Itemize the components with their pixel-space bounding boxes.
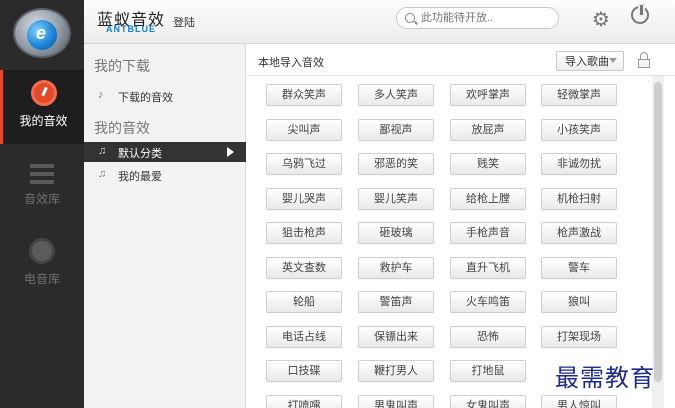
page-title: 本地导入音效: [258, 56, 324, 69]
sound-effect-button[interactable]: 婴儿哭声: [266, 188, 342, 210]
login-link[interactable]: 登陆: [173, 14, 195, 30]
import-songs-button[interactable]: 导入歌曲: [556, 51, 624, 71]
rail-item-my-effects[interactable]: 我的音效: [0, 70, 84, 144]
gear-icon[interactable]: ⚙: [592, 7, 610, 32]
sound-effect-button[interactable]: 婴儿笑声: [358, 188, 434, 210]
nav-panel: 我的下载 ♪ 下载的音效 我的音效 ♫ 默认分类 ♫ 我的最爱: [84, 44, 246, 408]
sound-effect-button[interactable]: 打喷嚏: [266, 395, 342, 408]
app-subtitle: ANTBLUE: [106, 24, 156, 34]
lock-icon[interactable]: [638, 52, 650, 68]
left-rail: e 我的音效 音效库 电音库: [0, 0, 84, 408]
sound-effect-button[interactable]: 轻微掌声: [541, 84, 617, 106]
search-input[interactable]: [421, 10, 551, 26]
sound-effect-button[interactable]: 打地鼠: [450, 360, 526, 382]
sound-effect-button[interactable]: 鄙视声: [358, 119, 434, 141]
search-box[interactable]: [396, 7, 559, 29]
play-arrow-icon: [227, 147, 234, 157]
chevron-down-icon: [609, 58, 617, 63]
sound-effect-button[interactable]: 轮船: [266, 291, 342, 313]
search-icon: [405, 13, 415, 23]
nav-item-label: 我的最爱: [118, 171, 162, 183]
app-logo: e: [13, 8, 71, 58]
sound-effect-button[interactable]: 警车: [541, 257, 617, 279]
rail-item-effects-library[interactable]: 音效库: [0, 152, 84, 226]
power-icon[interactable]: [631, 3, 649, 24]
sound-effect-button[interactable]: 狙击枪声: [266, 222, 342, 244]
rail-item-label: 电音库: [23, 272, 60, 286]
scrollbar-thumb[interactable]: [654, 82, 662, 382]
sound-effect-button[interactable]: 小孩笑声: [541, 119, 617, 141]
sound-effect-button[interactable]: 群众笑声: [266, 84, 342, 106]
sound-effect-button[interactable]: 放屁声: [450, 119, 526, 141]
sound-effect-button[interactable]: 乌鸦飞过: [266, 153, 342, 175]
sound-effect-button[interactable]: 非诚勿扰: [541, 153, 617, 175]
list-icon: [30, 164, 54, 184]
sound-effect-button[interactable]: 男鬼叫声: [358, 395, 434, 408]
music-note-icon: ♫: [98, 168, 107, 180]
sound-effect-button[interactable]: 多人笑声: [358, 84, 434, 106]
sound-effect-button[interactable]: 口技碟: [266, 360, 342, 382]
rail-item-label: 我的音效: [19, 114, 68, 128]
top-header: 蓝蚁音效 ANTBLUE 登陆 ⚙: [84, 0, 675, 44]
nav-item-downloaded[interactable]: ♪ 下载的音效: [84, 86, 246, 106]
logo-icon: e: [27, 20, 57, 50]
sound-effect-button[interactable]: 恐怖: [450, 326, 526, 348]
nav-item-default-category[interactable]: ♫ 默认分类: [84, 142, 246, 162]
sound-effect-button[interactable]: 手枪声音: [450, 222, 526, 244]
section-my-downloads: 我的下载: [94, 58, 150, 74]
section-my-effects: 我的音效: [94, 120, 150, 136]
nav-item-label: 下载的音效: [118, 92, 173, 104]
import-label: 导入歌曲: [565, 56, 609, 68]
atom-icon: [29, 238, 55, 264]
rail-item-electronic-library[interactable]: 电音库: [0, 228, 84, 302]
sound-effect-button[interactable]: 枪声激战: [541, 222, 617, 244]
sound-effect-button[interactable]: 警笛声: [358, 291, 434, 313]
sound-effect-button[interactable]: 救护车: [358, 257, 434, 279]
sound-effect-button[interactable]: 鞭打男人: [358, 360, 434, 382]
sound-effect-button[interactable]: 直升飞机: [450, 257, 526, 279]
sound-effect-button[interactable]: 保镖出来: [358, 326, 434, 348]
nav-item-favorites[interactable]: ♫ 我的最爱: [84, 165, 246, 185]
sound-effect-button[interactable]: 男人惊叫: [541, 395, 617, 408]
sound-effect-button[interactable]: 欢呼掌声: [450, 84, 526, 106]
sound-effect-button[interactable]: 给枪上膛: [450, 188, 526, 210]
sound-effect-button[interactable]: 火车鸣笛: [450, 291, 526, 313]
nav-item-label: 默认分类: [118, 148, 162, 160]
sound-effect-button[interactable]: 女鬼叫声: [450, 395, 526, 408]
main-panel: 本地导入音效 导入歌曲 群众笑声 多人笑声 欢呼掌声 轻微掌声尖叫声 鄙视声 放屁声 小孩笑…: [247, 44, 675, 408]
sound-effect-button[interactable]: 机枪扫射: [541, 188, 617, 210]
sound-effect-button[interactable]: 打架现场: [541, 326, 617, 348]
music-note-icon: ♫: [98, 145, 107, 157]
sound-effect-button[interactable]: 尖叫声: [266, 119, 342, 141]
sound-effect-button[interactable]: 邪恶的笑: [358, 153, 434, 175]
rail-item-label: 音效库: [23, 192, 60, 206]
sound-effect-button[interactable]: 电话占线: [266, 326, 342, 348]
sound-effect-button[interactable]: 贱笑: [450, 153, 526, 175]
sound-effect-button[interactable]: 英文查数: [266, 257, 342, 279]
sound-effect-button[interactable]: 砸玻璃: [358, 222, 434, 244]
gauge-icon: [30, 80, 57, 106]
sound-effect-button[interactable]: 狼叫: [541, 291, 617, 313]
download-icon: ♪: [98, 89, 104, 101]
watermark: 最需教育: [555, 364, 655, 392]
main-header: 本地导入音效 导入歌曲: [247, 44, 675, 76]
